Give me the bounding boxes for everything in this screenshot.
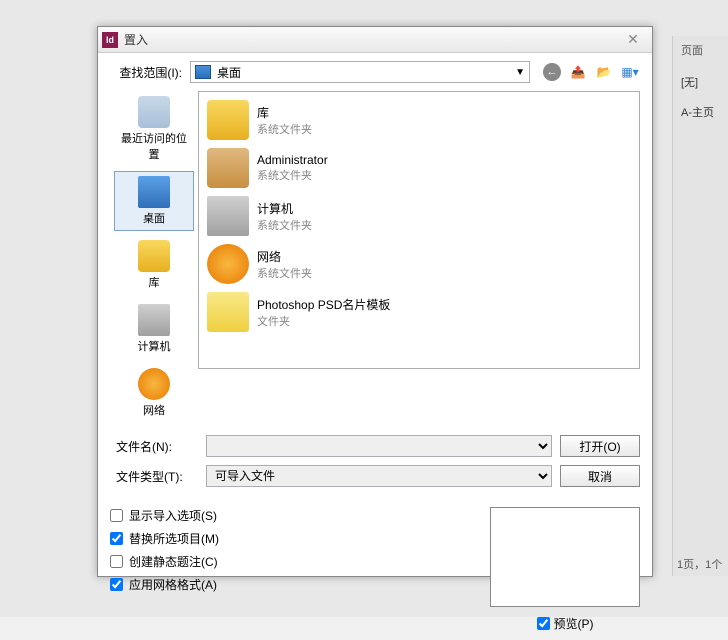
- pages-panel: 页面 [无] A-主页 1页，1个: [672, 36, 728, 576]
- file-type: 系统文件夹: [257, 217, 312, 233]
- app-icon: Id: [102, 32, 118, 48]
- file-type: 系统文件夹: [257, 265, 312, 281]
- apply-grid-format-checkbox[interactable]: 应用网格格式(A): [110, 576, 490, 593]
- list-item[interactable]: 网络系统文件夹: [203, 240, 635, 288]
- replace-selected-checkbox[interactable]: 替换所选项目(M): [110, 530, 490, 547]
- page-count: 1页，1个: [677, 556, 722, 572]
- sidebar-item-network[interactable]: 网络: [114, 363, 194, 423]
- cancel-button[interactable]: 取消: [560, 465, 640, 487]
- file-type: 系统文件夹: [257, 121, 312, 137]
- lookin-value: 桌面: [217, 64, 241, 81]
- chevron-down-icon: ▼: [515, 67, 525, 78]
- lookin-dropdown[interactable]: 桌面 ▼: [190, 61, 530, 83]
- sidebar-item-lib[interactable]: 库: [114, 235, 194, 295]
- places-sidebar: 最近访问的位置桌面库计算机网络: [110, 91, 198, 423]
- recent-icon: [138, 96, 170, 128]
- list-item[interactable]: Administrator系统文件夹: [203, 144, 635, 192]
- sidebar-item-computer[interactable]: 计算机: [114, 299, 194, 359]
- filename-input[interactable]: [206, 435, 552, 457]
- preview-checkbox[interactable]: 预览(P): [490, 615, 640, 632]
- view-menu-button[interactable]: ▦▾: [620, 62, 640, 82]
- sidebar-item-label: 计算机: [138, 338, 171, 354]
- sidebar-item-recent[interactable]: 最近访问的位置: [114, 91, 194, 167]
- filetype-label: 文件类型(T):: [110, 468, 198, 485]
- file-name: Administrator: [257, 153, 328, 167]
- file-type: 系统文件夹: [257, 167, 328, 183]
- desktop-icon: [195, 65, 211, 79]
- list-item[interactable]: Photoshop PSD名片模板文件夹: [203, 288, 635, 336]
- network-icon: [207, 244, 249, 284]
- filename-label: 文件名(N):: [110, 438, 198, 455]
- new-folder-button[interactable]: 📂: [594, 62, 614, 82]
- sidebar-item-label: 最近访问的位置: [117, 130, 191, 162]
- sidebar-item-label: 库: [149, 274, 160, 290]
- file-name: 网络: [257, 248, 312, 265]
- lib-icon: [138, 240, 170, 272]
- desktop-icon: [138, 176, 170, 208]
- place-dialog: Id 置入 ✕ 查找范围(I): 桌面 ▼ ← 📤 📂 ▦▾ 最近访问的位置桌面…: [97, 26, 653, 577]
- dialog-title: 置入: [124, 31, 618, 48]
- dialog-titlebar[interactable]: Id 置入 ✕: [98, 27, 652, 53]
- filetype-select[interactable]: 可导入文件: [206, 465, 552, 487]
- master-a[interactable]: A-主页: [677, 100, 724, 124]
- computer-icon: [138, 304, 170, 336]
- back-button[interactable]: ←: [542, 62, 562, 82]
- folder-icon: [207, 292, 249, 332]
- up-button[interactable]: 📤: [568, 62, 588, 82]
- file-name: 计算机: [257, 200, 312, 217]
- show-import-options-checkbox[interactable]: 显示导入选项(S): [110, 507, 490, 524]
- file-type: 文件夹: [257, 313, 390, 329]
- pages-tab[interactable]: 页面: [677, 40, 724, 60]
- user-icon: [207, 148, 249, 188]
- lib-icon: [207, 100, 249, 140]
- open-button[interactable]: 打开(O): [560, 435, 640, 457]
- lookin-label: 查找范围(I):: [110, 64, 190, 81]
- sidebar-item-label: 网络: [143, 402, 165, 418]
- list-item[interactable]: 计算机系统文件夹: [203, 192, 635, 240]
- close-button[interactable]: ✕: [618, 30, 648, 50]
- master-none[interactable]: [无]: [677, 70, 724, 94]
- network-icon: [138, 368, 170, 400]
- file-list[interactable]: 库系统文件夹Administrator系统文件夹计算机系统文件夹网络系统文件夹P…: [198, 91, 640, 369]
- list-item[interactable]: 库系统文件夹: [203, 96, 635, 144]
- preview-box: [490, 507, 640, 607]
- create-static-captions-checkbox[interactable]: 创建静态题注(C): [110, 553, 490, 570]
- sidebar-item-desktop[interactable]: 桌面: [114, 171, 194, 231]
- computer-icon: [207, 196, 249, 236]
- file-name: 库: [257, 104, 312, 121]
- file-name: Photoshop PSD名片模板: [257, 296, 390, 313]
- sidebar-item-label: 桌面: [143, 210, 165, 226]
